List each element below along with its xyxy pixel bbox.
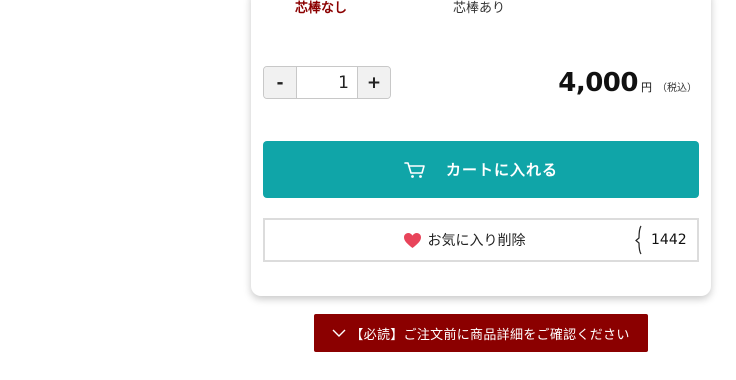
price-amount: 4,000 xyxy=(558,68,638,98)
add-to-cart-button[interactable]: カートに入れる xyxy=(263,141,699,198)
option-with-core-rod[interactable]: 芯棒あり xyxy=(453,0,505,18)
page: 芯棒なし 芯棒あり - + 4,000 円 （税込） カートに入れる xyxy=(0,0,736,380)
favorite-count-box: 1442 xyxy=(635,220,697,260)
quantity-stepper: - + xyxy=(263,66,391,99)
price-unit: 円 xyxy=(641,81,652,94)
favorite-count: 1442 xyxy=(651,232,687,248)
quantity-decrease-button[interactable]: - xyxy=(264,67,297,98)
option-no-core-rod[interactable]: 芯棒なし xyxy=(295,0,347,18)
option-tabs: 芯棒なし 芯棒あり xyxy=(251,0,711,24)
product-card: 芯棒なし 芯棒あり - + 4,000 円 （税込） カートに入れる xyxy=(251,0,711,296)
price: 4,000 円 （税込） xyxy=(558,68,697,98)
price-tax-note: （税込） xyxy=(657,83,697,94)
remove-favorite-button[interactable]: お気に入り削除 xyxy=(265,230,635,250)
cart-icon xyxy=(404,161,426,179)
speech-pointer-icon xyxy=(635,225,645,255)
heart-icon xyxy=(403,232,422,249)
quantity-input[interactable] xyxy=(297,67,357,98)
add-to-cart-label: カートに入れる xyxy=(445,161,558,179)
remove-favorite-label: お気に入り削除 xyxy=(427,233,526,249)
quantity-increase-button[interactable]: + xyxy=(357,67,390,98)
favorite-row: お気に入り削除 1442 xyxy=(263,218,699,262)
notice-label: 【必読】ご注文前に商品詳細をご確認ください xyxy=(350,327,630,343)
chevron-down-icon xyxy=(332,328,346,338)
product-detail-notice-button[interactable]: 【必読】ご注文前に商品詳細をご確認ください xyxy=(314,314,648,352)
